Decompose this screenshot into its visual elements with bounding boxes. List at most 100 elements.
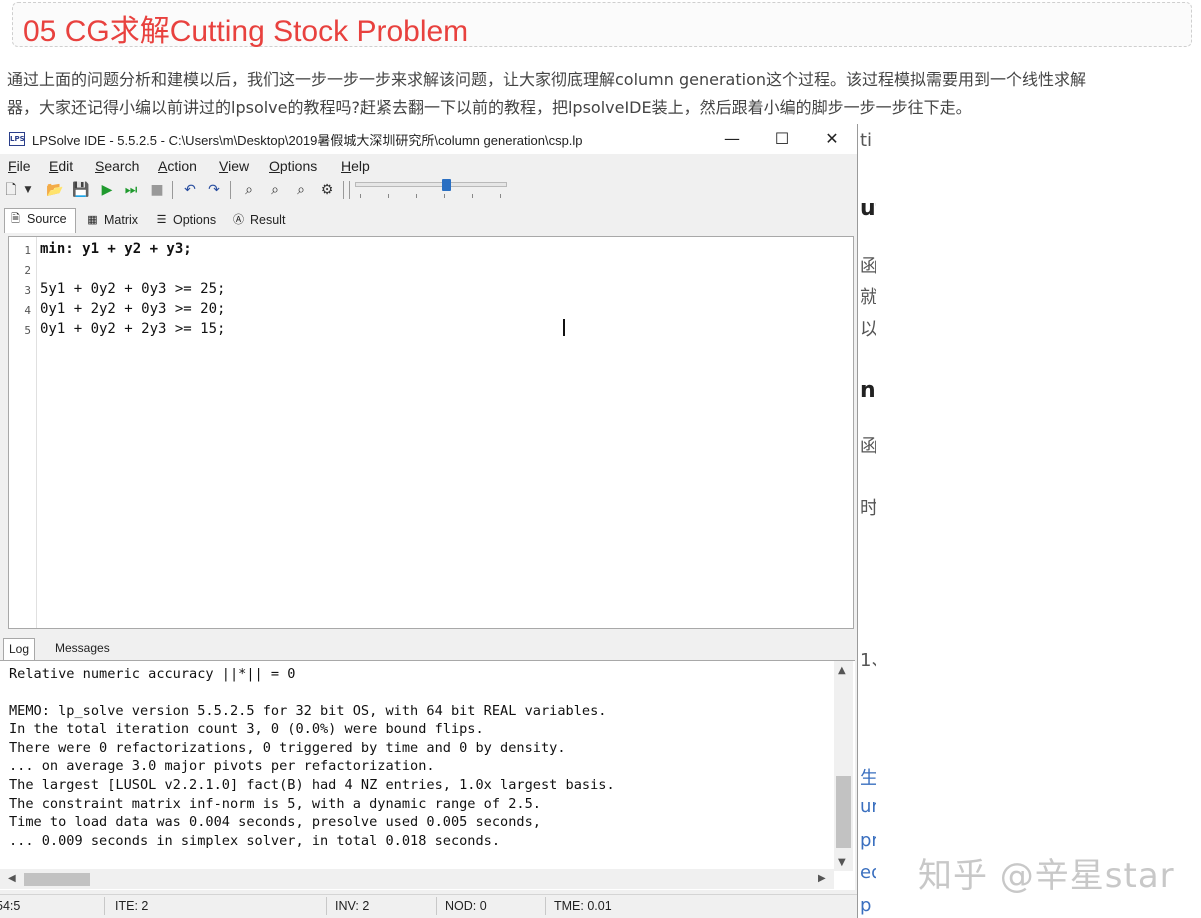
code-line: 0y1 + 0y2 + 2y3 >= 15; [40, 321, 226, 337]
status-time: TME: 0.01 [554, 899, 612, 913]
status-divider [545, 897, 546, 915]
source-editor[interactable]: 1 2 3 4 5 min: y1 + y2 + y3; 5y1 + 0y2 +… [8, 236, 854, 629]
title-bar[interactable]: LPS LPSolve IDE - 5.5.2.5 - C:\Users\m\D… [0, 124, 857, 154]
bg-fragment: ti [860, 130, 873, 151]
chevron-left-icon[interactable]: ◀ [8, 873, 16, 884]
redo-icon[interactable]: ↷ [205, 181, 223, 199]
status-nodes: NOD: 0 [445, 899, 487, 913]
log-line: ... 0.009 seconds in simplex solver, in … [9, 833, 501, 849]
bg-fragment[interactable]: ed [860, 862, 876, 883]
code-line: min: y1 + y2 + y3; [40, 241, 192, 257]
code-line: 0y1 + 2y2 + 0y3 >= 20; [40, 301, 226, 317]
tab-label: Source [27, 212, 67, 226]
log-pane[interactable]: Relative numeric accuracy ||*|| = 0 MEMO… [0, 660, 855, 890]
bg-fragment: 1、 [860, 650, 876, 671]
bg-fragment[interactable]: pr [860, 830, 876, 851]
checklist-icon: ☰ [156, 214, 167, 226]
tab-label: Options [173, 213, 217, 227]
article-heading: 05 CG求解Cutting Stock Problem [23, 15, 469, 48]
article-paragraph: 通过上面的问题分析和建模以后，我们这一步一步一步来求解该问题，让大家彻底理解co… [7, 66, 1199, 122]
log-horizontal-scrollbar[interactable] [0, 869, 834, 889]
replace-icon[interactable]: ⌕ [292, 181, 310, 199]
log-line: The largest [LUSOL v2.2.1.0] fact(B) had… [9, 777, 615, 793]
log-line: Relative numeric accuracy ||*|| = 0 [9, 666, 296, 682]
toolbar-separator [349, 181, 350, 199]
editor-tabs: 🗎 Source ▦ Matrix ☰ Options Ⓐ Result [0, 208, 857, 233]
step-icon[interactable]: ⏭ [122, 181, 140, 199]
find-icon[interactable]: ⌕ [240, 181, 258, 199]
tab-messages[interactable]: Messages [50, 638, 115, 660]
zoom-slider-thumb[interactable] [442, 179, 451, 191]
menu-search[interactable]: Search [95, 158, 139, 174]
tab-matrix[interactable]: ▦ Matrix [82, 210, 138, 232]
close-button[interactable]: ✕ [808, 124, 856, 154]
line-number: 3 [24, 284, 31, 297]
text-cursor [563, 319, 565, 336]
status-position: 54:5 [0, 899, 21, 913]
line-number: 5 [24, 324, 31, 337]
paragraph-line-1: 通过上面的问题分析和建模以后，我们这一步一步一步来求解该问题，让大家彻底理解co… [7, 70, 1087, 89]
paragraph-line-2: 器，大家还记得小编以前讲过的lpsolve的教程吗?赶紧去翻一下以前的教程，把l… [7, 98, 972, 117]
tab-result[interactable]: Ⓐ Result [228, 210, 285, 232]
bg-fragment[interactable]: ur [860, 796, 876, 817]
bg-fragment: n [860, 378, 876, 403]
app-icon: LPS [9, 132, 25, 146]
status-iterations: ITE: 2 [115, 899, 149, 913]
log-line: There were 0 refactorizations, 0 trigger… [9, 740, 566, 756]
tab-label: Result [250, 213, 286, 227]
window-title: LPSolve IDE - 5.5.2.5 - C:\Users\m\Deskt… [32, 133, 583, 148]
zoom-slider-track[interactable] [355, 182, 507, 187]
run-icon[interactable]: ▶ [98, 181, 116, 199]
menu-edit[interactable]: Edit [49, 158, 73, 174]
tab-options[interactable]: ☰ Options [151, 210, 217, 232]
minimize-button[interactable]: — [708, 124, 756, 154]
save-icon[interactable]: 💾 [72, 181, 90, 199]
status-bar: 54:5 ITE: 2 INV: 2 NOD: 0 TME: 0.01 [0, 894, 857, 918]
tab-source[interactable]: 🗎 Source [4, 208, 76, 233]
line-gutter: 1 2 3 4 5 [9, 237, 37, 628]
menu-file[interactable]: File [8, 158, 31, 174]
menu-options[interactable]: Options [269, 158, 317, 174]
stop-icon[interactable]: ■ [148, 181, 166, 199]
open-folder-icon[interactable]: 📂 [46, 181, 64, 199]
toolbar-separator [230, 181, 231, 199]
status-divider [326, 897, 327, 915]
line-number: 4 [24, 304, 31, 317]
menu-help[interactable]: Help [341, 158, 370, 174]
tab-label: Matrix [104, 213, 139, 227]
bg-fragment: 时 [860, 498, 876, 519]
bg-fragment: 以 [860, 319, 876, 340]
menu-view[interactable]: View [219, 158, 249, 174]
log-vertical-scroll-thumb[interactable] [836, 776, 851, 848]
tab-log[interactable]: Log [3, 638, 36, 660]
undo-icon[interactable]: ↶ [181, 181, 199, 199]
toolbar-separator [172, 181, 173, 199]
zoom-slider-ticks [360, 194, 505, 198]
log-line: MEMO: lp_solve version 5.5.2.5 for 32 bi… [9, 703, 607, 719]
grid-icon: ▦ [87, 214, 98, 226]
log-horizontal-scroll-thumb[interactable] [24, 873, 90, 886]
line-number: 1 [24, 244, 31, 257]
bg-fragment[interactable]: 生 [860, 764, 876, 790]
toolbar-separator [343, 181, 344, 199]
status-divider [104, 897, 105, 915]
log-tabs: Log Messages [0, 638, 857, 660]
maximize-button[interactable]: ☐ [758, 124, 806, 154]
article-heading-box: 05 CG求解Cutting Stock Problem [12, 2, 1192, 48]
chevron-right-icon[interactable]: ▶ [818, 873, 826, 884]
menu-action[interactable]: Action [158, 158, 197, 174]
toolbar: 🗋 ▼ 📂 💾 ▶ ⏭ ■ ↶ ↷ ⌕ ⌕ ⌕ ⚙ [0, 177, 857, 203]
new-file-icon[interactable]: 🗋 [2, 181, 20, 199]
chevron-down-icon[interactable]: ▼ [22, 181, 34, 199]
settings-icon[interactable]: ⚙ [318, 181, 336, 199]
status-divider [436, 897, 437, 915]
menu-bar: File Edit Search Action View Options Hel… [0, 155, 857, 177]
chevron-up-icon[interactable]: ▲ [838, 665, 846, 676]
line-number: 2 [24, 264, 31, 277]
bg-fragment[interactable]: p [860, 895, 876, 916]
result-icon: Ⓐ [233, 214, 244, 226]
chevron-down-icon[interactable]: ▼ [838, 857, 846, 868]
bg-fragment: ut [860, 196, 876, 221]
bg-fragment: 就 [860, 287, 876, 308]
find-next-icon[interactable]: ⌕ [266, 181, 284, 199]
